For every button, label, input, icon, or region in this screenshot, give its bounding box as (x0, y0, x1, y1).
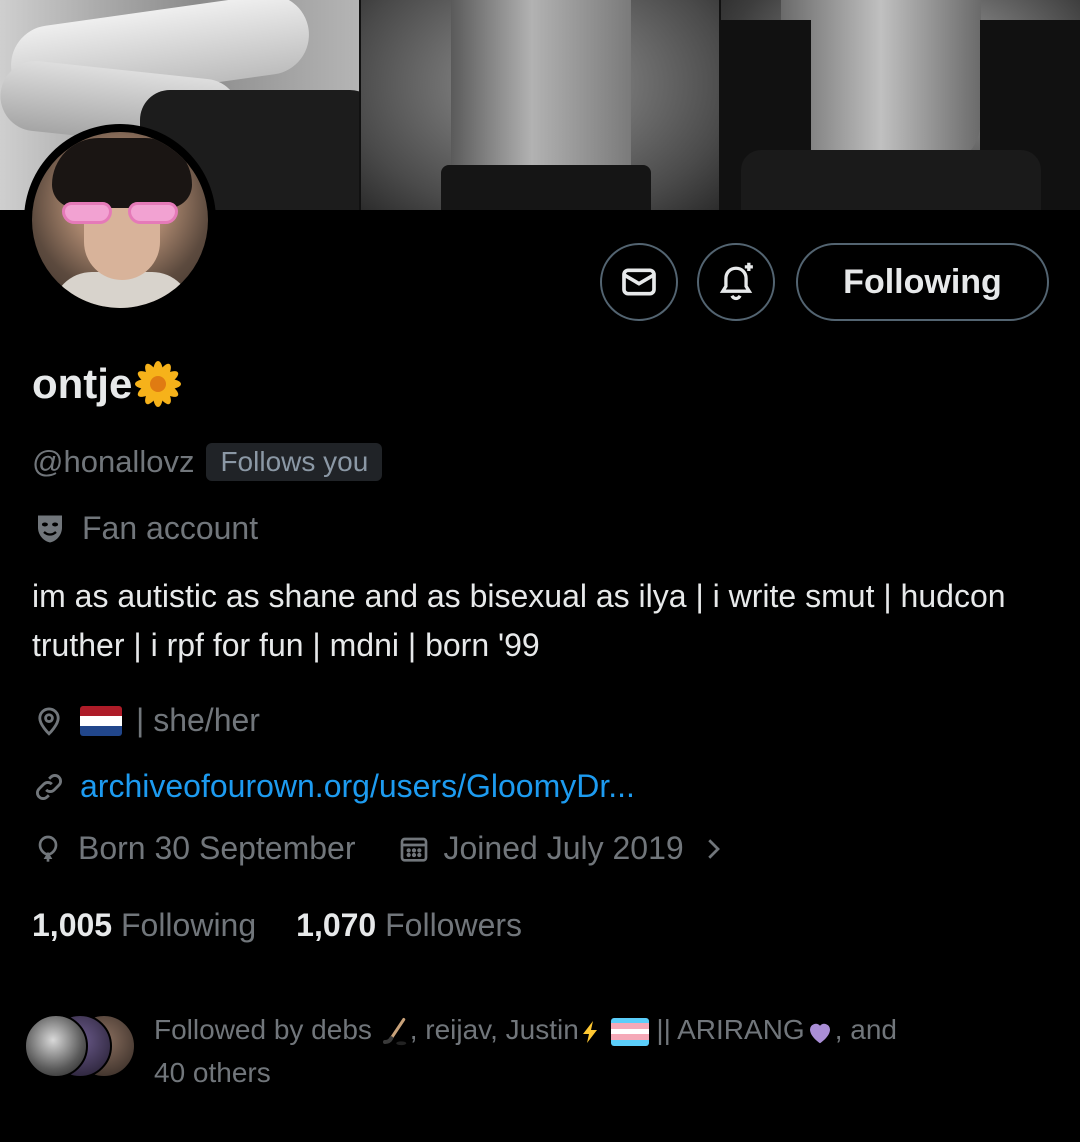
followers-stat-label: Followers (385, 907, 523, 943)
followed-by-row[interactable]: Followed by debs , reijav, Justin || ARI… (24, 1008, 1034, 1094)
followed-by-others: 40 others (154, 1057, 271, 1088)
profile-bio: im as autistic as shane and as bisexual … (32, 578, 1006, 663)
followed-by-part2: , reijav, Justin (409, 1014, 579, 1045)
display-name: ontje (32, 360, 182, 408)
followed-by-part4: , and (834, 1014, 897, 1045)
profile-dates: Born 30 September Joined July 2019 (32, 830, 728, 867)
hockey-stick-icon (382, 1017, 406, 1045)
display-name-text: ontje (32, 360, 133, 407)
netherlands-flag-icon (80, 705, 122, 736)
location-pin-icon (38, 707, 60, 736)
handle-row: @honallovz Follows you (32, 443, 383, 481)
user-handle: @honallovz (32, 444, 195, 479)
location-text: | she/her (136, 702, 260, 738)
purple-heart-icon (809, 1023, 830, 1043)
profile-page: Following ontje @honallovz Follows you F… (0, 0, 1080, 1142)
website-link[interactable]: archiveofourown.org/users/GloomyDr... (80, 768, 635, 805)
notify-button[interactable] (697, 243, 775, 321)
category-label: Fan account (82, 510, 259, 546)
follower-avatars (24, 1008, 136, 1078)
bell-plus-icon (719, 262, 753, 301)
lightning-icon (582, 1020, 597, 1043)
followed-by-text: Followed by debs , reijav, Justin || ARI… (154, 1008, 1034, 1094)
chevron-right-icon[interactable] (698, 834, 728, 864)
masks-icon (38, 515, 62, 542)
profile-avatar[interactable] (24, 124, 216, 316)
following-button[interactable]: Following (796, 243, 1049, 321)
profile-category: Fan account (32, 510, 258, 547)
blossom-icon (135, 361, 182, 407)
follows-you-badge: Follows you (206, 443, 383, 481)
envelope-icon (622, 268, 656, 296)
birthday-text: Born 30 September (78, 830, 356, 866)
trans-flag-icon (610, 1017, 649, 1046)
followed-by-part3: || ARIRANG (656, 1014, 805, 1045)
follow-stats: 1,005 Following 1,070 Followers (32, 907, 522, 944)
profile-website: archiveofourown.org/users/GloomyDr... (32, 768, 635, 805)
followed-by-prefix: Followed by debs (154, 1014, 372, 1045)
calendar-icon (400, 837, 427, 862)
profile-location: | she/her (32, 702, 260, 739)
banner-photo-3 (721, 0, 1080, 210)
following-stat[interactable]: 1,005 Following (32, 907, 256, 944)
joined-text: Joined July 2019 (443, 830, 684, 866)
balloon-icon (38, 835, 58, 862)
following-count: 1,005 (32, 907, 113, 943)
follower-avatar (24, 1014, 88, 1078)
banner-photo-2 (360, 0, 720, 210)
message-button[interactable] (600, 243, 678, 321)
following-stat-label: Following (120, 907, 257, 943)
link-icon (36, 773, 62, 800)
followers-count: 1,070 (296, 907, 377, 943)
followers-stat[interactable]: 1,070 Followers (296, 907, 522, 944)
